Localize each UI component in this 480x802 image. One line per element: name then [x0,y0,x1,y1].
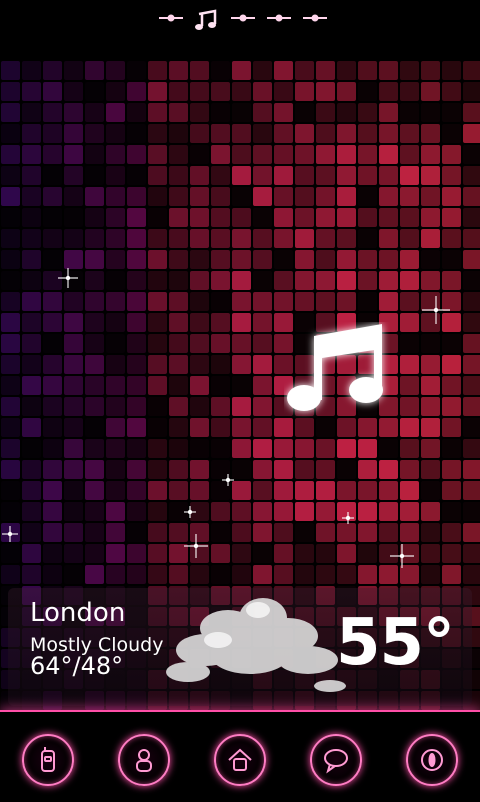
weather-high-low: 64°/48° [30,652,124,680]
music-note-icon [287,324,383,411]
weather-city: London [30,598,126,628]
contacts-button[interactable] [118,734,170,786]
messages-button[interactable] [310,734,362,786]
cloudy-weather-icon [166,598,346,692]
contacts-icon [136,749,152,772]
home-page-indicator [159,9,327,30]
dock-bar [0,710,480,802]
phone-button[interactable] [22,734,74,786]
app-drawer-icon [421,749,443,771]
phone-icon [41,747,55,772]
home-icon [228,748,252,771]
page-dot-3[interactable] [231,14,255,22]
page-dot-5[interactable] [303,14,327,22]
page-dot-1[interactable] [159,14,183,22]
music-note-icon[interactable] [195,9,217,30]
messages-icon [324,749,348,774]
weather-temperature: 55° [335,606,455,680]
app-drawer-button[interactable] [406,734,458,786]
weather-widget[interactable]: London Mostly Cloudy 64°/48° 55° [8,588,472,706]
page-dot-4[interactable] [267,14,291,22]
home-button[interactable] [214,734,266,786]
